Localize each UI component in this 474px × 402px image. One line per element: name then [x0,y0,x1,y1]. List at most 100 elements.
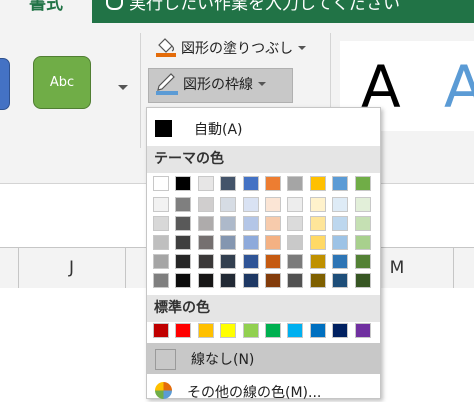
theme-color-swatch[interactable] [197,176,214,191]
standard-color-swatch[interactable] [354,323,371,338]
theme-shade-swatch[interactable] [197,254,214,269]
theme-shade-swatch[interactable] [265,197,281,212]
theme-shade-swatch[interactable] [153,197,169,212]
theme-shade-swatch[interactable] [153,235,169,250]
automatic-swatch [155,120,172,137]
standard-color-swatch[interactable] [153,323,169,338]
theme-shade-swatch[interactable] [309,216,326,231]
standard-colors-heading: 標準の色 [147,295,380,322]
lightbulb-icon [106,0,123,10]
theme-shade-swatch[interactable] [197,216,214,231]
theme-shade-swatch[interactable] [197,197,214,212]
theme-color-swatch[interactable] [309,176,326,191]
chevron-down-icon [258,82,266,86]
tell-me-text: 実行したい作業を入力してください [129,0,400,14]
theme-shade-swatch[interactable] [287,197,304,212]
shape-fill-label: 図形の塗りつぶし [181,41,294,57]
theme-shade-swatch[interactable] [287,254,304,269]
standard-color-swatch[interactable] [175,323,192,338]
no-outline-label: 線なし(N) [191,352,255,368]
theme-shade-swatch[interactable] [287,273,304,288]
theme-shade-swatch[interactable] [332,254,349,269]
theme-shade-swatch[interactable] [175,273,192,288]
automatic-label: 自動(A) [194,122,243,138]
shape-style-green[interactable]: Abc [33,56,91,109]
theme-shade-swatch[interactable] [332,216,349,231]
theme-shade-swatch[interactable] [332,197,349,212]
tab-format[interactable]: 書式 [0,0,92,23]
theme-shade-swatch[interactable] [354,273,371,288]
standard-color-swatch[interactable] [287,323,304,338]
automatic-color-item[interactable]: 自動(A) [147,112,380,144]
theme-shade-swatch[interactable] [354,197,371,212]
theme-shade-swatch[interactable] [220,273,237,288]
theme-color-swatch[interactable] [265,176,281,191]
standard-color-swatch[interactable] [197,323,214,338]
theme-color-swatch[interactable] [287,176,304,191]
theme-shade-swatch[interactable] [242,273,259,288]
theme-shade-swatch[interactable] [242,197,259,212]
theme-shade-swatch[interactable] [153,254,169,269]
theme-shade-swatch[interactable] [197,273,214,288]
theme-shade-swatch[interactable] [309,235,326,250]
theme-color-swatch[interactable] [220,176,237,191]
theme-shade-swatch[interactable] [265,216,281,231]
standard-color-swatch[interactable] [242,323,259,338]
chevron-down-icon [298,46,307,50]
theme-shade-swatch[interactable] [175,254,192,269]
standard-color-swatch[interactable] [265,323,281,338]
theme-shade-swatch[interactable] [220,235,237,250]
column-header-j[interactable]: J [18,248,125,288]
theme-color-swatch[interactable] [354,176,371,191]
theme-color-swatch[interactable] [175,176,192,191]
no-outline-item[interactable]: 線なし(N) [147,343,380,374]
color-wheel-icon [155,382,172,399]
theme-color-swatch[interactable] [242,176,259,191]
theme-shade-swatch[interactable] [220,254,237,269]
column-divider [453,248,454,288]
theme-shade-swatch[interactable] [332,235,349,250]
shape-fill-button[interactable]: 図形の塗りつぶし [155,35,307,61]
paint-bucket-icon [155,35,177,61]
theme-shade-swatch[interactable] [153,216,169,231]
no-outline-swatch [155,349,176,370]
more-colors-label: その他の線の色(M)... [187,385,322,401]
theme-shade-swatch[interactable] [309,254,326,269]
theme-shade-swatch[interactable] [220,216,237,231]
shape-style-blue[interactable] [0,58,10,110]
theme-color-swatch[interactable] [153,176,169,191]
standard-color-swatch[interactable] [332,323,349,338]
theme-color-swatch[interactable] [332,176,349,191]
theme-shade-swatch[interactable] [265,273,281,288]
tell-me-box[interactable]: 実行したい作業を入力してください [106,0,400,23]
theme-shade-swatch[interactable] [242,254,259,269]
theme-shade-swatch[interactable] [242,216,259,231]
outline-color-menu: 自動(A) テーマの色 標準の色 線なし(N) その他の線の色(M)... [146,107,381,401]
theme-shade-swatch[interactable] [309,197,326,212]
theme-shade-swatch[interactable] [265,254,281,269]
theme-shade-swatch[interactable] [220,197,237,212]
theme-shade-swatch[interactable] [175,197,192,212]
wordart-style-blue[interactable]: A [444,53,474,121]
theme-shade-swatch[interactable] [153,273,169,288]
pencil-icon [155,69,179,99]
gallery-more-icon[interactable] [118,85,128,90]
theme-shade-swatch[interactable] [242,235,259,250]
more-colors-item[interactable]: その他の線の色(M)... [147,379,380,401]
standard-color-swatch[interactable] [220,323,237,338]
theme-colors-heading: テーマの色 [147,146,380,173]
theme-shade-swatch[interactable] [309,273,326,288]
theme-shade-swatch[interactable] [354,216,371,231]
shape-outline-button[interactable]: 図形の枠線 [148,68,293,103]
shape-outline-label: 図形の枠線 [183,77,253,93]
theme-shade-swatch[interactable] [175,216,192,231]
theme-shade-swatch[interactable] [287,235,304,250]
theme-shade-swatch[interactable] [197,235,214,250]
theme-shade-swatch[interactable] [287,216,304,231]
standard-color-swatch[interactable] [309,323,326,338]
theme-shade-swatch[interactable] [175,235,192,250]
theme-shade-swatch[interactable] [354,235,371,250]
theme-shade-swatch[interactable] [265,235,281,250]
theme-shade-swatch[interactable] [354,254,371,269]
theme-shade-swatch[interactable] [332,273,349,288]
